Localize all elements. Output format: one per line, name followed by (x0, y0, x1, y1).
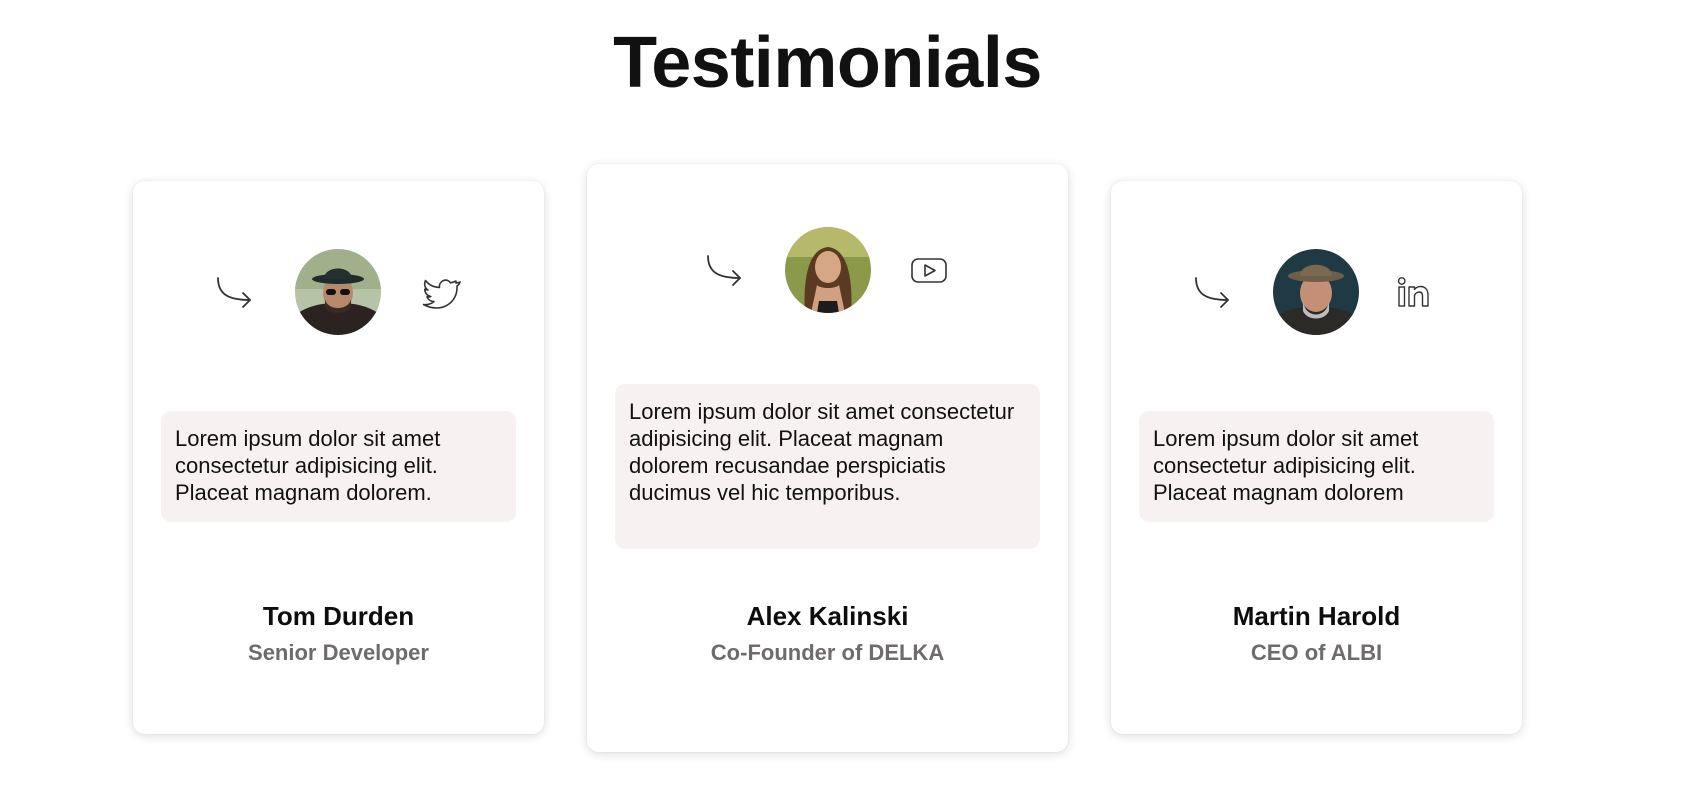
page-title: Testimonials (613, 23, 1042, 103)
testimonials-page: Testimonials Lorem ipsum dolor sit amet … (0, 0, 1687, 809)
testimonial-card: Lorem ipsum dolor sit amet consectetur a… (133, 181, 544, 734)
testimonial-card: Lorem ipsum dolor sit amet consectetur a… (587, 164, 1068, 752)
testimonial-card: Lorem ipsum dolor sit amet consectetur a… (1111, 181, 1522, 734)
twitter-icon[interactable] (421, 272, 461, 312)
testimonial-role: CEO of ALBI (1250, 640, 1383, 665)
testimonial-name: Martin Harold (1232, 601, 1401, 631)
avatar (785, 227, 871, 313)
testimonial-role: Co-Founder of DELKA (710, 640, 945, 665)
testimonial-quote: Lorem ipsum dolor sit amet consectetur a… (1139, 411, 1494, 522)
avatar (295, 249, 381, 335)
card-icon-row (1111, 249, 1522, 335)
card-icon-row (133, 249, 544, 335)
curved-arrow-icon (217, 277, 251, 308)
testimonial-role: Senior Developer (248, 640, 429, 665)
curved-arrow-icon (707, 255, 741, 286)
testimonial-quote: Lorem ipsum dolor sit amet consectetur a… (615, 384, 1040, 549)
youtube-icon[interactable] (909, 250, 949, 290)
linkedin-icon[interactable] (1394, 272, 1434, 312)
card-icon-row (587, 227, 1068, 313)
avatar (1273, 249, 1359, 335)
testimonial-quote: Lorem ipsum dolor sit amet consectetur a… (161, 411, 516, 522)
testimonial-name: Alex Kalinski (746, 601, 909, 631)
testimonial-name: Tom Durden (262, 601, 415, 631)
curved-arrow-icon (1195, 277, 1229, 308)
